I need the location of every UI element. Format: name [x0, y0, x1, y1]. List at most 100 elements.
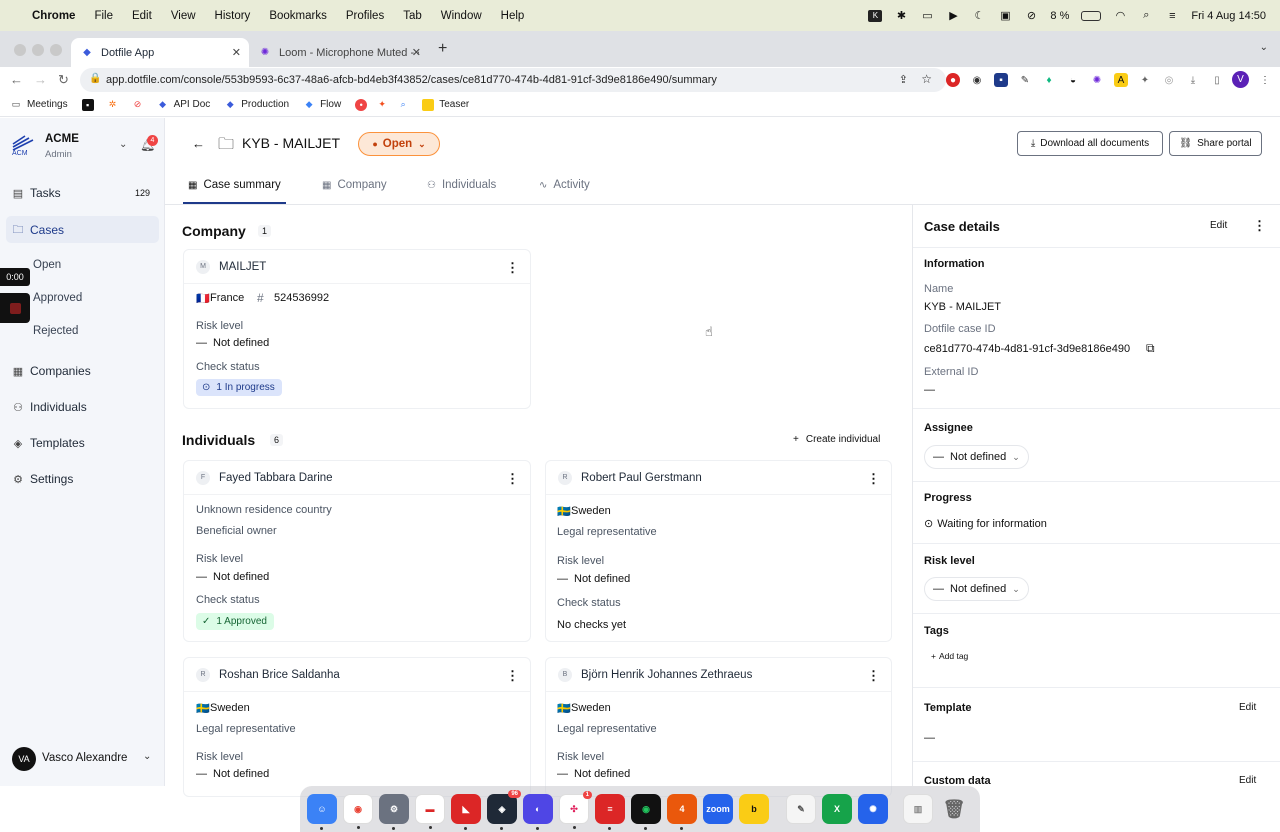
bookmark-hubspot[interactable]: ✲ — [107, 99, 124, 111]
back-icon[interactable]: ← — [10, 72, 23, 87]
bookmark-icon-link[interactable]: ▪ — [81, 98, 99, 111]
bookmark-teaser[interactable]: ▪ Teaser — [422, 98, 469, 111]
add-tag-button[interactable]: + Add tag — [931, 651, 968, 661]
extension-icon[interactable]: A — [1114, 73, 1128, 87]
app-icon[interactable]: ◈ 96 — [487, 790, 521, 830]
bookmark-production[interactable]: ◆ Production — [224, 99, 289, 111]
app-icon[interactable]: b — [739, 794, 769, 824]
tab-case-summary[interactable]: ▦ Case summary — [188, 179, 281, 191]
menu-tab[interactable]: Tab — [403, 10, 422, 22]
individual-card[interactable]: F Fayed Tabbara Darine ⋮ Unknown residen… — [183, 460, 531, 642]
app-icon[interactable]: ◣ — [451, 794, 481, 830]
sidebar-subitem-approved[interactable]: Approved — [33, 292, 82, 304]
more-options-icon[interactable]: ⋮ — [867, 471, 880, 487]
zoom-window-button[interactable] — [50, 44, 62, 56]
template-edit-button[interactable]: Edit — [1239, 702, 1256, 713]
trash-icon[interactable]: 🗑︎ — [939, 794, 969, 824]
chrome-icon[interactable]: ◉ — [343, 794, 373, 829]
status-dropdown[interactable]: ● Open ⌄ — [358, 132, 440, 156]
lock-icon[interactable]: 🔒 — [89, 73, 101, 84]
display-icon[interactable]: ▭ — [920, 10, 934, 22]
individual-name[interactable]: Robert Paul Gerstmann — [581, 472, 702, 484]
close-window-button[interactable] — [14, 44, 26, 56]
bookmark-link[interactable]: • — [355, 98, 372, 111]
battery-icon[interactable] — [1081, 10, 1102, 21]
menu-app[interactable]: Chrome — [32, 10, 75, 22]
extension-icon[interactable]: ◒ — [1066, 73, 1080, 87]
bookmark-search[interactable]: ⌕ — [397, 99, 414, 111]
extension-icon[interactable]: ◎ — [1162, 73, 1176, 87]
individual-card[interactable]: R Roshan Brice Saldanha ⋮ 🇸🇪 Sweden Lega… — [183, 657, 531, 797]
create-individual-button[interactable]: + Create individual — [793, 434, 880, 445]
reload-icon[interactable]: ↻ — [58, 72, 69, 88]
menu-window[interactable]: Window — [441, 10, 482, 22]
todoist-icon[interactable]: ≡ — [595, 794, 625, 830]
finder-icon[interactable]: ☺ — [307, 794, 337, 830]
case-details-edit-button[interactable]: Edit — [1210, 220, 1227, 231]
textedit-icon[interactable]: ✎ — [786, 794, 816, 824]
custom-data-edit-button[interactable]: Edit — [1239, 775, 1256, 786]
wifi-icon[interactable]: ◠ — [1113, 10, 1127, 22]
company-card[interactable]: M MAILJET ⋮ 🇫🇷 France # 524536992 Risk l… — [183, 249, 531, 409]
browser-tab-dotfile[interactable]: ◆ Dotfile App ✕ — [71, 38, 249, 67]
minimize-window-button[interactable] — [32, 44, 44, 56]
app-icon[interactable]: ▬ — [415, 794, 445, 829]
download-all-documents-button[interactable]: ⤓ Download all documents — [1017, 131, 1163, 156]
individual-card[interactable]: B Björn Henrik Johannes Zethraeus ⋮ 🇸🇪 S… — [545, 657, 892, 797]
screens-icon[interactable]: ▣ — [998, 10, 1012, 22]
share-icon[interactable]: ⇪ — [899, 73, 908, 86]
user-avatar[interactable]: VA — [12, 747, 36, 771]
user-menu-chevron-icon[interactable]: ⌄ — [143, 751, 151, 762]
extension-icon[interactable]: ♦ — [1042, 73, 1056, 87]
app-icon[interactable]: ✺ — [858, 794, 888, 824]
individual-card[interactable]: R Robert Paul Gerstmann ⋮ 🇸🇪 Sweden Lega… — [545, 460, 892, 642]
bookmark-flow[interactable]: ◆ Flow — [303, 99, 342, 111]
sidebar-subitem-open[interactable]: Open — [33, 259, 61, 271]
extension-adblock-icon[interactable]: ● — [946, 73, 960, 87]
org-switcher-chevron-icon[interactable]: ⌄ — [119, 139, 127, 150]
menu-help[interactable]: Help — [501, 10, 525, 22]
profile-avatar[interactable]: V — [1232, 71, 1249, 88]
more-options-icon[interactable]: ⋮ — [506, 471, 519, 487]
menu-view[interactable]: View — [171, 10, 196, 22]
sidebar-item-individuals[interactable]: ⚇ Individuals — [12, 397, 87, 417]
moon-icon[interactable]: ☾ — [972, 10, 986, 22]
address-bar[interactable]: 🔒 app.dotfile.com/console/553b9593-6c37-… — [80, 68, 946, 92]
calendar-icon[interactable]: 4 — [667, 794, 697, 830]
check-status-badge[interactable]: ⊙ 1 In progress — [196, 379, 282, 396]
risk-level-select[interactable]: — Not defined ⌄ — [924, 577, 1029, 601]
more-options-icon[interactable]: ⋮ — [867, 668, 880, 684]
bookmark-api-doc[interactable]: ◆ API Doc — [157, 99, 210, 111]
extension-icon[interactable]: ◉ — [970, 73, 984, 87]
bluetooth-icon[interactable]: ✱ — [894, 10, 908, 22]
loom-extension-icon[interactable]: ✺ — [1090, 73, 1104, 87]
linear-icon[interactable]: ◐ — [523, 794, 553, 830]
stop-recording-button[interactable] — [0, 293, 30, 323]
menu-profiles[interactable]: Profiles — [346, 10, 384, 22]
mute-icon[interactable]: ⊘ — [1024, 10, 1038, 22]
sidebar-item-tasks[interactable]: ▤ Tasks 129 — [12, 183, 152, 203]
close-tab-icon[interactable]: ✕ — [412, 46, 421, 59]
browser-tab-loom[interactable]: ✺ Loom - Microphone Muted - 4 ✕ — [249, 38, 429, 67]
download-icon[interactable]: ⤓ — [1186, 73, 1200, 87]
bookmark-figma[interactable]: ✦ — [376, 99, 393, 111]
system-settings-icon[interactable]: ⚙ — [379, 794, 409, 830]
more-options-icon[interactable]: ⋮ — [1253, 218, 1266, 234]
close-tab-icon[interactable]: ✕ — [232, 46, 241, 59]
menubar-clock[interactable]: Fri 4 Aug 14:50 — [1191, 10, 1266, 22]
share-portal-button[interactable]: ⛓︎ Share portal — [1169, 131, 1262, 156]
individual-name[interactable]: Roshan Brice Saldanha — [219, 669, 340, 681]
more-options-icon[interactable]: ⋮ — [506, 260, 519, 276]
tab-individuals[interactable]: ⚇ Individuals — [427, 179, 496, 191]
sidebar-item-companies[interactable]: ▦ Companies — [12, 361, 91, 381]
spotify-icon[interactable]: ◉ — [631, 794, 661, 830]
keyboard-icon[interactable]: K — [868, 9, 883, 22]
menu-file[interactable]: File — [94, 10, 113, 22]
individual-name[interactable]: Fayed Tabbara Darine — [219, 472, 333, 484]
more-options-icon[interactable]: ⋮ — [506, 668, 519, 684]
sidepanel-icon[interactable]: ▯ — [1210, 73, 1224, 87]
tab-activity[interactable]: ∿ Activity — [539, 179, 590, 191]
bookmark-link[interactable]: ⊘ — [132, 99, 149, 111]
company-name[interactable]: MAILJET — [219, 261, 266, 273]
sidebar-item-cases[interactable]: 🗀︎ Cases — [12, 220, 65, 240]
